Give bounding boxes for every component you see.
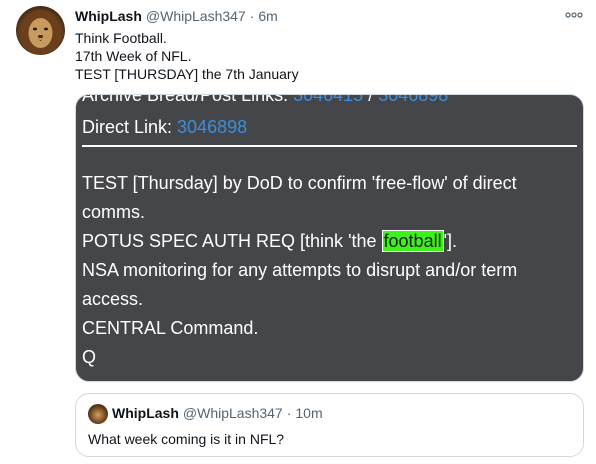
archive-separator: /	[363, 94, 379, 105]
post-line-text: POTUS SPEC AUTH REQ [think 'the	[82, 231, 382, 251]
timestamp[interactable]: 6m	[258, 8, 277, 24]
separator-dot: ·	[286, 405, 292, 421]
post-line-text: '].	[443, 231, 458, 251]
quoted-handle: @WhipLash347	[182, 405, 283, 421]
direct-link-line: Direct Link: 3046898	[82, 116, 247, 138]
tweet-line: Think Football.	[75, 30, 167, 46]
post-line: Q	[82, 347, 97, 367]
post-line: NSA monitoring for any attempts to disru…	[82, 260, 518, 280]
quoted-display-name: WhipLash	[112, 405, 179, 421]
quoted-timestamp: 10m	[295, 405, 323, 421]
quoted-tweet[interactable]: WhipLash @WhipLash347 · 10m What week co…	[75, 393, 584, 457]
image-content: Archive Bread/Post Links: 3046415 / 3046…	[82, 95, 577, 381]
archive-links-line: Archive Bread/Post Links: 3046415 / 3046…	[82, 94, 449, 106]
direct-link: 3046898	[177, 117, 248, 137]
archive-link-2: 3046898	[378, 94, 449, 105]
highlighted-word: football	[381, 230, 444, 252]
display-name[interactable]: WhipLash	[75, 8, 142, 24]
post-line: comms.	[82, 202, 145, 222]
tweet[interactable]: WhipLash @WhipLash347 · 6m Think Footbal…	[0, 0, 596, 464]
attached-image[interactable]: Archive Bread/Post Links: 3046415 / 3046…	[75, 94, 584, 382]
tweet-header: WhipLash @WhipLash347 · 6m	[75, 8, 278, 28]
tweet-line: 17th Week of NFL.	[75, 48, 192, 64]
post-body: TEST [Thursday] by DoD to confirm 'free-…	[82, 169, 517, 372]
quoted-header: WhipLash @WhipLash347 · 10m	[112, 405, 323, 421]
post-line: POTUS SPEC AUTH REQ [think 'the football…	[82, 227, 517, 256]
archive-link-1: 3046415	[293, 94, 364, 105]
archive-label: Archive Bread/Post Links:	[82, 94, 294, 105]
post-line: CENTRAL Command.	[82, 318, 259, 338]
tweet-line: TEST [THURSDAY] the 7th January	[75, 66, 299, 82]
quoted-text: What week coming is it in NFL?	[88, 431, 285, 447]
post-line: TEST [Thursday] by DoD to confirm 'free-…	[82, 173, 517, 193]
post-line: access.	[82, 289, 144, 309]
tweet-text: Think Football. 17th Week of NFL. TEST […	[75, 29, 299, 83]
quoted-avatar	[88, 404, 108, 424]
lion-avatar-image	[20, 10, 61, 54]
more-horizontal-icon[interactable]	[562, 6, 586, 24]
handle[interactable]: @WhipLash347	[146, 8, 246, 24]
divider	[82, 145, 577, 147]
separator-dot: ·	[249, 8, 255, 24]
avatar[interactable]	[16, 6, 65, 55]
direct-label: Direct Link:	[82, 117, 178, 137]
